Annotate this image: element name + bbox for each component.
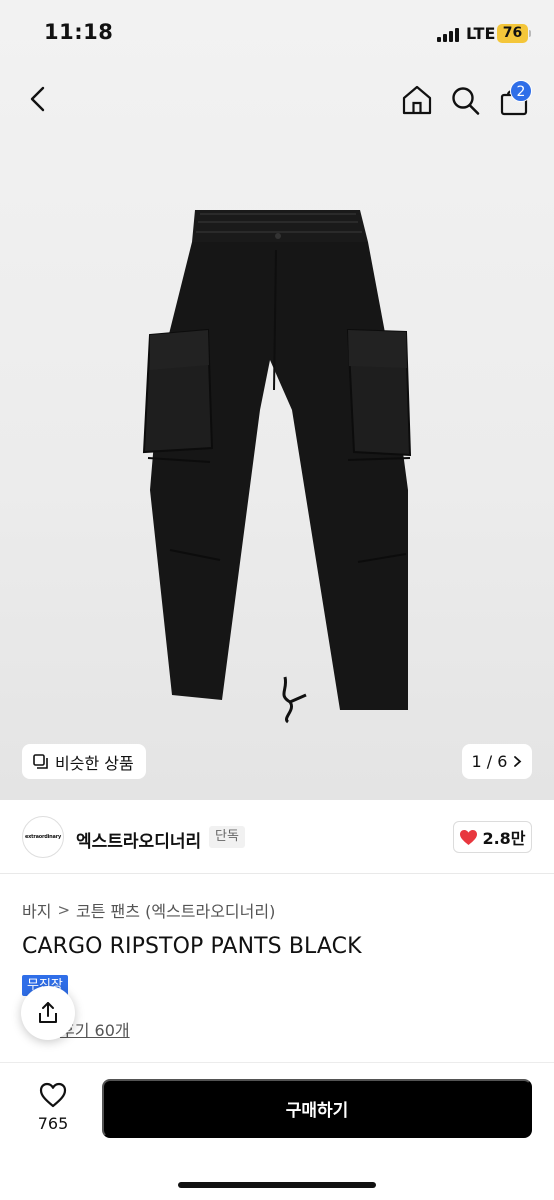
search-button[interactable] [446,80,484,120]
similar-items-button[interactable]: 비슷한 상품 [22,744,146,779]
search-icon [452,87,480,115]
wishlist-button[interactable]: 765 [22,1078,84,1140]
breadcrumb-separator-icon: > [57,901,71,919]
wishlist-count: 765 [37,1114,69,1133]
breadcrumb: 바지 > 코튼 팬츠 (엑스트라오디너리) [22,898,275,922]
home-icon [402,85,432,115]
cart-count-badge: 2 [510,80,532,102]
heart-outline-icon [39,1082,67,1108]
status-bar: 11:18 LTE 76 [0,0,554,66]
heart-icon [460,829,478,845]
buy-button[interactable]: 구매하기 [102,1079,532,1138]
brand-row[interactable]: extraordinary 엑스트라오디너리 단독 2.8만 [0,800,554,874]
brand-like-count: 2.8만 [482,829,526,848]
pager-text: 1 / 6 [471,752,508,771]
battery-tip [529,30,531,37]
product-title: CARGO RIPSTOP PANTS BLACK [22,934,362,959]
brand-exclusive-tag: 단독 [209,826,245,848]
product-image[interactable] [110,190,440,750]
back-chevron-icon [30,86,45,112]
similar-items-icon [33,754,48,769]
brand-logo-text: extraordinary [24,834,62,840]
product-gallery[interactable]: 11:18 LTE 76 2 비슷한 상품 1 / 6 [0,0,554,800]
network-type: LTE [466,24,496,43]
share-button[interactable] [21,986,75,1040]
brand-logo[interactable]: extraordinary [22,816,64,858]
home-button[interactable] [398,80,436,120]
status-time: 11:18 [44,20,114,44]
breadcrumb-category[interactable]: 바지 [22,898,51,922]
brand-name[interactable]: 엑스트라오디너리 [76,827,201,852]
brand-like-button[interactable]: 2.8만 [453,821,532,853]
chevron-right-icon [514,756,522,767]
similar-items-label: 비슷한 상품 [55,753,134,773]
battery-icon: 76 [497,24,528,43]
signal-icon [437,28,461,42]
breadcrumb-subcategory[interactable]: 코튼 팬츠 (엑스트라오디너리) [76,898,275,922]
gallery-pager[interactable]: 1 / 6 [462,744,532,779]
home-indicator [178,1182,376,1188]
back-button[interactable] [20,80,58,118]
share-icon [39,1002,57,1023]
